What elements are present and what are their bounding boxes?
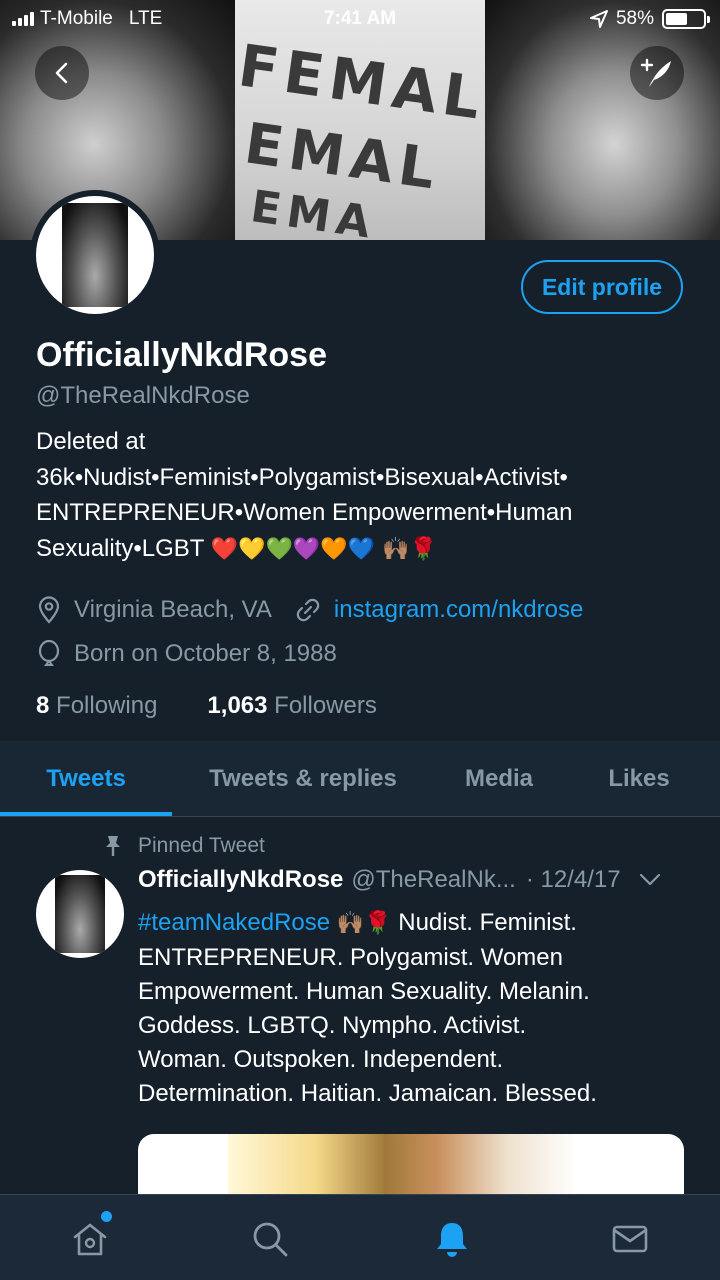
messages-icon: [612, 1225, 648, 1253]
nav-messages-button[interactable]: [608, 1217, 652, 1261]
follow-stats: 8 Following 1,063 Followers: [36, 692, 377, 720]
tweet-avatar[interactable]: [36, 870, 124, 958]
following-count-link[interactable]: 8 Following: [36, 692, 157, 720]
location-arrow-icon: [589, 10, 608, 28]
profile-location: Virginia Beach, VA: [74, 596, 272, 623]
pinned-tweet-label-row: Pinned Tweet: [104, 834, 265, 858]
battery-fill: [666, 13, 687, 25]
tab-tweets-and-replies[interactable]: Tweets & replies: [172, 741, 434, 817]
profile-tabs: Tweets Tweets & replies Media Likes: [0, 741, 720, 817]
bio-line: Deleted at: [36, 428, 146, 455]
followers-count-link[interactable]: 1,063 Followers: [207, 692, 376, 720]
tweet-author-handle: @TheRealNk...: [351, 866, 516, 893]
profile-avatar[interactable]: [30, 190, 160, 320]
chevron-down-icon[interactable]: [639, 873, 661, 887]
balloon-icon: [38, 640, 60, 666]
search-icon: [253, 1222, 288, 1257]
bio-line-text: Sexuality•LGBT: [36, 534, 205, 562]
new-content-dot: [101, 1211, 112, 1222]
compose-tweet-button[interactable]: [630, 46, 684, 100]
tweet-author-name[interactable]: OfficiallyNkdRose: [138, 866, 343, 894]
edit-profile-button[interactable]: Edit profile: [521, 260, 683, 314]
bio-line: 36k•Nudist•Feminist•Polygamist•Bisexual•…: [36, 463, 568, 491]
following-label: Following: [56, 692, 158, 719]
bio-emoji: ❤️💛💚💜🧡💙 🙌🏽🌹: [210, 536, 437, 562]
pin-icon: [106, 836, 120, 856]
profile-handle: @TheRealNkdRose: [36, 382, 250, 409]
tweet-line-text: Nudist. Feminist.: [398, 909, 577, 936]
tweet-header: OfficiallyNkdRose @TheRealNk... · 12/4/1…: [138, 866, 698, 894]
profile-birthday: Born on October 8, 1988: [74, 640, 337, 667]
profile-website-link[interactable]: instagram.com/nkdrose: [334, 596, 583, 624]
active-tab-indicator: [0, 812, 172, 816]
pinned-tweet-label: Pinned Tweet: [138, 834, 265, 857]
followers-label: Followers: [274, 692, 377, 719]
tweet-line: #teamNakedRose 🙌🏽🌹 Nudist. Feminist.: [138, 906, 698, 941]
nav-home-button[interactable]: [68, 1211, 112, 1261]
notifications-icon: [437, 1223, 467, 1257]
tweet-line: Empowerment. Human Sexuality. Melanin.: [138, 978, 590, 1005]
avatar-image: [36, 196, 154, 314]
home-icon: [73, 1223, 107, 1256]
bottom-navigation: [0, 1194, 720, 1280]
tweet-text: #teamNakedRose 🙌🏽🌹 Nudist. Feminist. ENT…: [138, 906, 698, 1111]
nav-notifications-button[interactable]: [430, 1217, 474, 1261]
link-icon: [296, 598, 320, 622]
battery-icon: [662, 9, 710, 29]
profile-display-name: OfficiallyNkdRose: [36, 336, 327, 374]
tab-tweets[interactable]: Tweets: [0, 741, 172, 817]
nav-search-button[interactable]: [248, 1217, 292, 1261]
tweet-line: ENTREPRENEUR. Polygamist. Women: [138, 944, 563, 971]
chevron-left-icon: [55, 62, 68, 84]
status-bar: T-Mobile LTE 7:41 AM 58%: [0, 0, 720, 40]
profile-bio: Deleted at 36k•Nudist•Feminist•Polygamis…: [36, 424, 686, 567]
profile-meta-birthday-row: Born on October 8, 1988: [36, 640, 337, 668]
bio-line: ENTREPRENEUR•Women Empowerment•Human: [36, 499, 573, 526]
followers-count: 1,063: [207, 692, 268, 719]
tweet-line: Woman. Outspoken. Independent.: [138, 1046, 504, 1073]
battery-percent: 58%: [615, 8, 654, 29]
bio-line: Sexuality•LGBT ❤️💛💚💜🧡💙 🙌🏽🌹: [36, 531, 686, 568]
tweet-line: Goddess. LGBTQ. Nympho. Activist.: [138, 1012, 527, 1039]
tab-media[interactable]: Media: [434, 741, 564, 817]
profile-meta-location-row: Virginia Beach, VA instagram.com/nkdrose: [36, 596, 583, 624]
tweet-line: Determination. Haitian. Jamaican. Blesse…: [138, 1080, 597, 1107]
location-pin-icon: [38, 596, 60, 624]
tab-likes[interactable]: Likes: [564, 741, 714, 817]
tweet-emoji: 🙌🏽🌹: [336, 911, 392, 936]
back-button[interactable]: [35, 46, 89, 100]
tweet-date: · 12/4/17: [525, 866, 621, 893]
following-count: 8: [36, 692, 50, 719]
tweet-hashtag[interactable]: #teamNakedRose: [138, 909, 330, 936]
compose-tweet-icon: [640, 58, 671, 87]
